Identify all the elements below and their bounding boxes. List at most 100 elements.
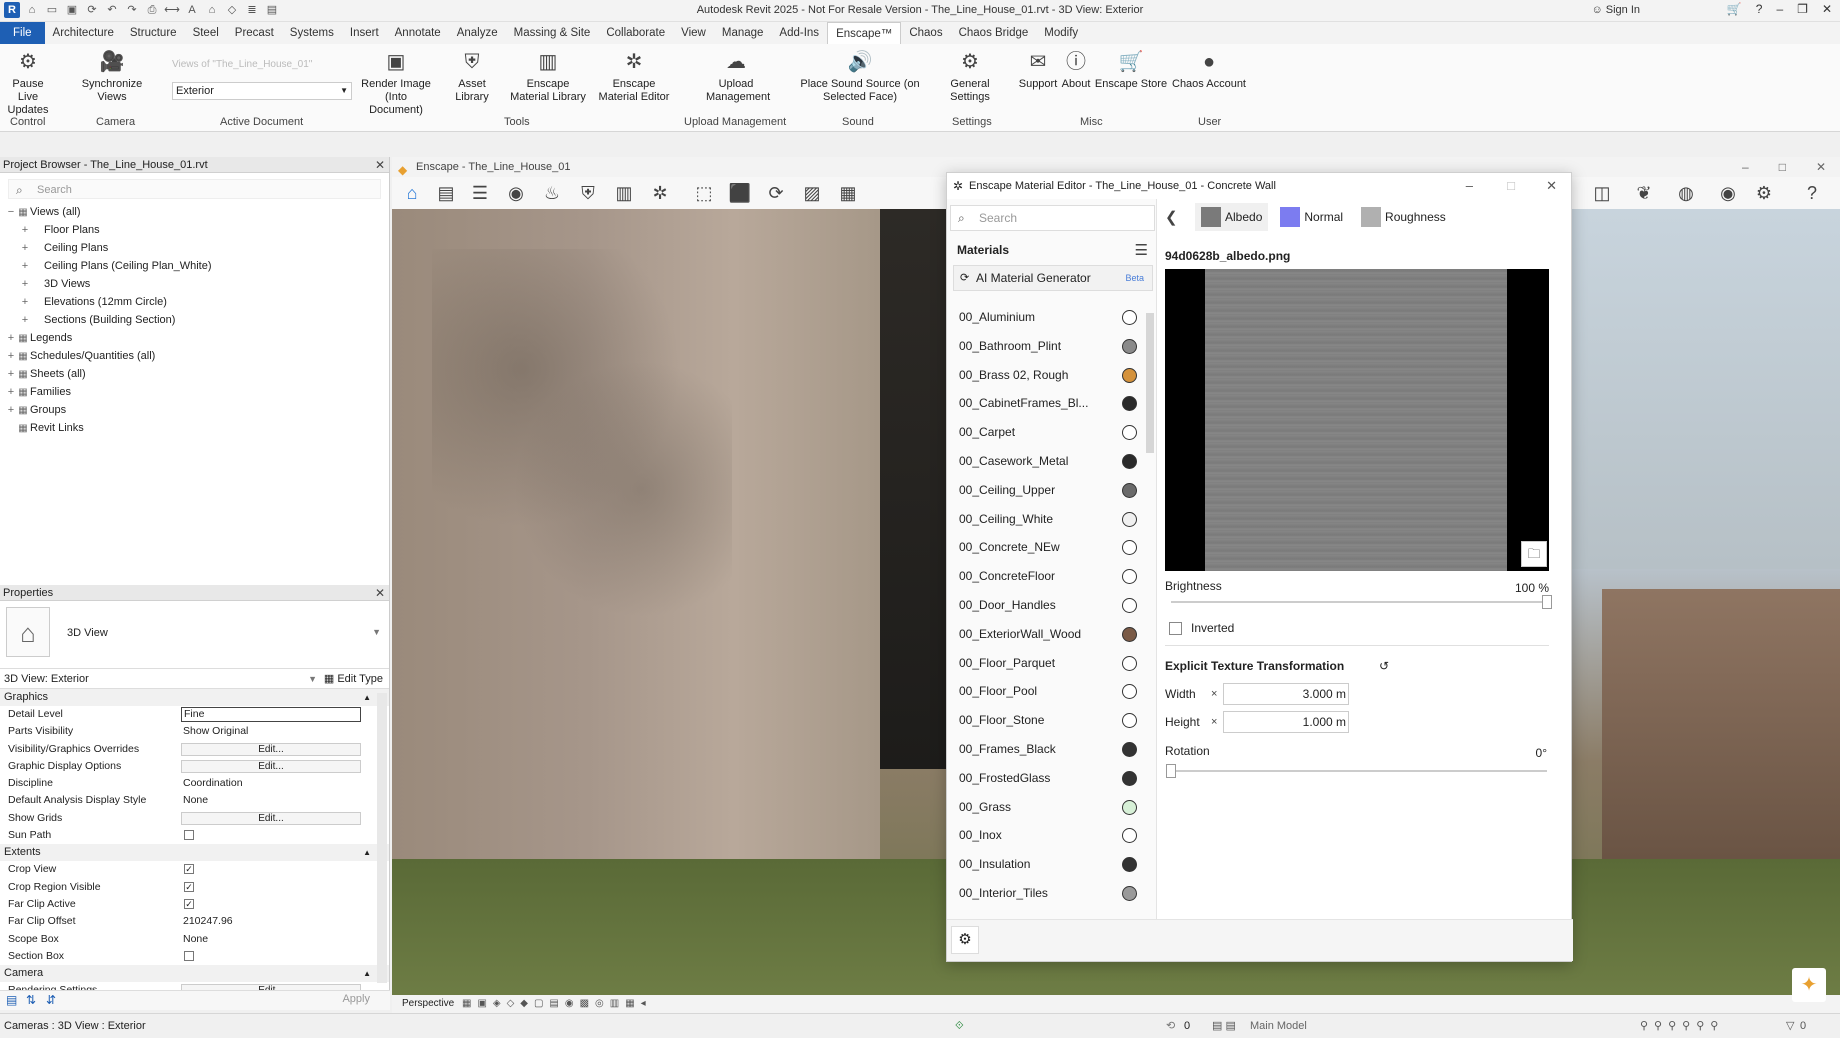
export-icon[interactable]: ⬚ (692, 183, 716, 204)
filter-count-icon[interactable]: ⟲ (1166, 1014, 1175, 1038)
folder-icon[interactable]: 🗀 (1521, 541, 1547, 567)
vr-icon[interactable]: ◍ (1674, 183, 1698, 204)
material-icon[interactable]: ✲ (648, 183, 672, 204)
tab-file[interactable]: File (0, 22, 45, 44)
expand-icon[interactable]: + (6, 401, 16, 419)
material-item[interactable]: 00_Insulation (947, 850, 1147, 879)
tab-chaos-bridge[interactable]: Chaos Bridge (951, 22, 1037, 44)
tree-item[interactable]: + ▦ Families (0, 383, 389, 401)
tab-roughness[interactable]: Roughness (1355, 203, 1452, 231)
material-library-button[interactable]: ▥ Enscape Material Library (506, 50, 590, 104)
close-icon[interactable]: ✕ (1822, 2, 1832, 16)
material-item[interactable]: 00_Concrete_NEw (947, 533, 1147, 562)
visual-settings-icon[interactable]: ⚙ (1752, 183, 1776, 204)
height-input[interactable]: 1.000 m (1223, 711, 1349, 733)
filter-icon[interactable]: ▽ (1786, 1014, 1794, 1038)
render-image-button[interactable]: ▣ Render Image (Into Document) (358, 50, 434, 117)
material-item[interactable]: 00_Inox (947, 821, 1147, 850)
properties-scrollbar[interactable] (377, 693, 387, 983)
close-icon[interactable]: ✕ (375, 585, 385, 601)
material-item[interactable]: 00_Ceiling_White (947, 505, 1147, 534)
material-search-input[interactable]: ⌕ Search (950, 205, 1155, 231)
expand-icon[interactable]: + (20, 293, 30, 311)
section-camera[interactable]: Camera ▲ (0, 965, 389, 983)
light-icon[interactable]: ♨ (540, 183, 564, 204)
chaos-account-button[interactable]: ● Chaos Account (1170, 50, 1248, 91)
tab-albedo[interactable]: Albedo (1195, 203, 1269, 231)
edit-button[interactable]: Edit... (181, 742, 361, 756)
tab-analyze[interactable]: Analyze (449, 22, 506, 44)
rotation-slider-track[interactable] (1171, 770, 1547, 772)
tab-structure[interactable]: Structure (122, 22, 185, 44)
tree-item[interactable]: + ▦ Schedules/Quantities (all) (0, 347, 389, 365)
tab-normal[interactable]: Normal (1274, 203, 1349, 231)
maximize-icon[interactable]: □ (1779, 157, 1786, 177)
tab-insert[interactable]: Insert (342, 22, 387, 44)
material-item[interactable]: 00_FrostedGlass (947, 764, 1147, 793)
expand-icon[interactable]: + (6, 329, 16, 347)
property-input[interactable]: Fine (181, 707, 361, 722)
close-icon[interactable]: ✕ (1546, 173, 1557, 199)
tab-enscape[interactable]: Enscape™ (827, 22, 902, 44)
gear-icon[interactable]: ⚙ (951, 926, 979, 954)
inverted-checkbox[interactable] (1169, 622, 1182, 635)
render-list-icon[interactable]: ▤ (434, 183, 458, 204)
tree-item[interactable]: + Ceiling Plans (0, 239, 389, 257)
expand-icon[interactable]: + (20, 311, 30, 329)
home-icon[interactable]: ⌂ (400, 183, 424, 204)
property-checkbox[interactable]: ✓ (184, 898, 194, 909)
edit-button[interactable]: Edit... (181, 811, 361, 825)
expand-icon[interactable]: + (20, 239, 30, 257)
tab-architecture[interactable]: Architecture (45, 22, 122, 44)
type-selector[interactable]: ⌂ 3D View ▼ (0, 601, 389, 669)
tree-item[interactable]: +3D Views (0, 275, 389, 293)
expand-icon[interactable]: + (20, 221, 30, 239)
sort-icon[interactable]: ⇅ (26, 993, 36, 1007)
material-item[interactable]: 00_CabinetFrames_Bl... (947, 389, 1147, 418)
panorama-icon[interactable]: ⟳ (764, 183, 788, 204)
asset-icon[interactable]: ⛨ (576, 183, 600, 204)
tab-precast[interactable]: Precast (227, 22, 282, 44)
tree-item[interactable]: + ▦ Groups (0, 401, 389, 419)
apply-button[interactable]: Apply (342, 993, 370, 1005)
search-input[interactable]: ⌕ Search (8, 179, 381, 199)
material-item[interactable]: 00_Brass 02, Rough (947, 361, 1147, 390)
material-item[interactable]: 00_ExteriorWall_Wood (947, 620, 1147, 649)
edit-button[interactable]: Edit... (181, 759, 361, 773)
sign-in-link[interactable]: ☺ Sign In (1591, 4, 1640, 16)
tab-collaborate[interactable]: Collaborate (598, 22, 673, 44)
general-settings-button[interactable]: ⚙ General Settings (930, 50, 1010, 104)
brightness-slider-track[interactable] (1171, 601, 1547, 603)
tab-annotate[interactable]: Annotate (387, 22, 449, 44)
minimize-icon[interactable]: – (1742, 157, 1749, 177)
about-button[interactable]: ⓘ About (1058, 50, 1094, 91)
material-item[interactable]: 00_Floor_Parquet (947, 649, 1147, 678)
material-item[interactable]: 00_Bathroom_Plint (947, 332, 1147, 361)
edit-type-button[interactable]: ▦ Edit Type (324, 669, 383, 689)
material-editor-button[interactable]: ✲ Enscape Material Editor (592, 50, 676, 104)
sort-alpha-icon[interactable]: ⇵ (46, 993, 56, 1007)
enscape-logo-icon[interactable]: ✦ (1792, 968, 1826, 1002)
tab-manage[interactable]: Manage (714, 22, 772, 44)
material-item[interactable]: 00_Floor_Pool (947, 677, 1147, 706)
property-checkbox[interactable]: ✓ (184, 881, 194, 892)
tab-chaos[interactable]: Chaos (901, 22, 950, 44)
material-item[interactable]: 00_Carpet (947, 418, 1147, 447)
scrollbar-thumb[interactable] (1146, 313, 1154, 453)
expand-icon[interactable]: + (6, 347, 16, 365)
tree-item[interactable]: + Ceiling Plans (Ceiling Plan_White) (0, 257, 389, 275)
rotation-slider-knob[interactable] (1166, 764, 1176, 778)
filter-icon[interactable]: ▤ (6, 993, 17, 1007)
help-icon[interactable]: ? (1800, 183, 1824, 204)
reset-icon[interactable]: ↺ (1379, 659, 1389, 673)
pause-live-updates-button[interactable]: ⚙ Pause Live Updates (2, 50, 54, 117)
tree-item[interactable]: + ▦ Legends (0, 329, 389, 347)
active-view-select[interactable]: Exterior ▼ (172, 82, 352, 100)
material-item[interactable]: 00_ConcreteFloor (947, 562, 1147, 591)
maximize-icon[interactable]: □ (1507, 173, 1515, 199)
tree-item[interactable]: + Elevations (12mm Circle) (0, 293, 389, 311)
brightness-slider-knob[interactable] (1542, 595, 1552, 609)
eye-icon[interactable]: ◉ (1716, 183, 1740, 204)
expand-icon[interactable]: + (20, 257, 30, 275)
selection-filter-icons[interactable]: ⚲⚲⚲⚲⚲⚲ (1640, 1014, 1724, 1038)
